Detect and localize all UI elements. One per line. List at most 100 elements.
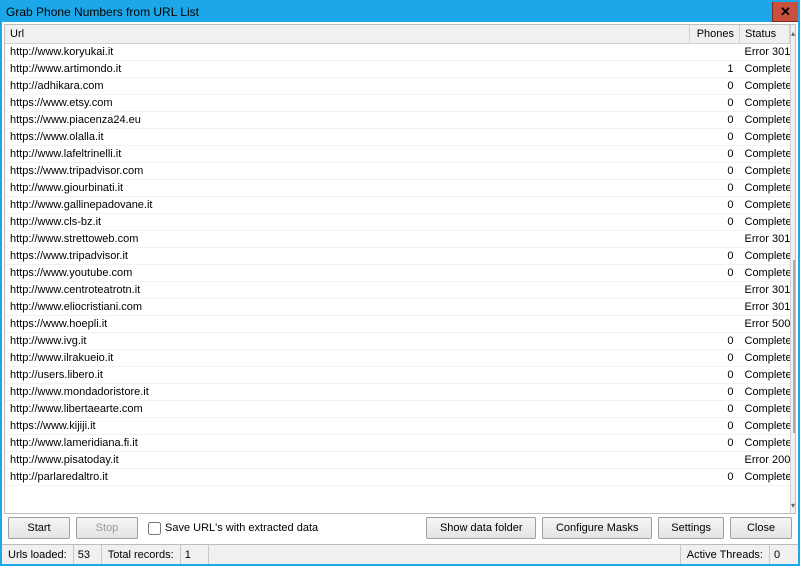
table-row[interactable]: http://www.artimondo.it1Complete <box>5 61 790 78</box>
cell-url: https://www.tripadvisor.it <box>5 248 690 265</box>
cell-status: Complete <box>740 95 790 112</box>
cell-status: Complete <box>740 197 790 214</box>
column-header-status[interactable]: Status <box>740 25 790 44</box>
column-header-url[interactable]: Url <box>5 25 690 44</box>
cell-url: http://users.libero.it <box>5 367 690 384</box>
table-row[interactable]: http://parlaredaltro.it0Complete <box>5 469 790 486</box>
column-header-phones[interactable]: Phones <box>690 25 740 44</box>
cell-phones: 0 <box>690 197 740 214</box>
cell-status: Complete <box>740 214 790 231</box>
cell-url: http://www.ilrakueio.it <box>5 350 690 367</box>
table-row[interactable]: http://www.ilrakueio.it0Complete <box>5 350 790 367</box>
status-urls-loaded-label: Urls loaded: <box>2 545 74 564</box>
cell-phones: 1 <box>690 61 740 78</box>
scroll-thumb[interactable] <box>793 260 795 433</box>
table-row[interactable]: https://www.piacenza24.eu0Complete <box>5 112 790 129</box>
cell-status: Complete <box>740 129 790 146</box>
status-total-records-value: 1 <box>181 545 209 564</box>
cell-url: http://www.koryukai.it <box>5 44 690 61</box>
cell-status: Complete <box>740 401 790 418</box>
table-row[interactable]: https://www.kijiji.it0Complete <box>5 418 790 435</box>
table-row[interactable]: https://www.tripadvisor.it0Complete <box>5 248 790 265</box>
cell-status: Complete <box>740 78 790 95</box>
cell-status: Error 301 <box>740 299 790 316</box>
close-button[interactable]: Close <box>730 517 792 539</box>
cell-url: https://www.kijiji.it <box>5 418 690 435</box>
cell-status: Complete <box>740 112 790 129</box>
cell-url: http://adhikara.com <box>5 78 690 95</box>
status-urls-loaded-value: 53 <box>74 545 102 564</box>
cell-phones: 0 <box>690 333 740 350</box>
table-row[interactable]: http://www.gallinepadovane.it0Complete <box>5 197 790 214</box>
save-urls-checkbox-input[interactable] <box>148 522 161 535</box>
cell-phones: 0 <box>690 265 740 282</box>
table-row[interactable]: http://www.lameridiana.fi.it0Complete <box>5 435 790 452</box>
close-icon[interactable]: ✕ <box>772 2 798 22</box>
cell-phones: 0 <box>690 418 740 435</box>
table-row[interactable]: http://www.centroteatrotn.itError 301 <box>5 282 790 299</box>
scroll-down-icon[interactable]: ▾ <box>791 497 795 513</box>
scroll-track[interactable] <box>791 41 795 497</box>
cell-url: http://www.lafeltrinelli.it <box>5 146 690 163</box>
cell-url: https://www.youtube.com <box>5 265 690 282</box>
save-urls-checkbox-label: Save URL's with extracted data <box>165 522 318 534</box>
table-row[interactable]: http://www.lafeltrinelli.it0Complete <box>5 146 790 163</box>
cell-url: http://www.centroteatrotn.it <box>5 282 690 299</box>
cell-url: http://www.giourbinati.it <box>5 180 690 197</box>
cell-phones: 0 <box>690 248 740 265</box>
table-row[interactable]: http://users.libero.it0Complete <box>5 367 790 384</box>
cell-phones <box>690 316 740 333</box>
cell-status: Error 301 <box>740 44 790 61</box>
show-data-folder-button[interactable]: Show data folder <box>426 517 536 539</box>
cell-phones: 0 <box>690 146 740 163</box>
title-bar: Grab Phone Numbers from URL List ✕ <box>2 2 798 22</box>
table-row[interactable]: https://www.olalla.it0Complete <box>5 129 790 146</box>
table-row[interactable]: http://www.libertaearte.com0Complete <box>5 401 790 418</box>
cell-phones <box>690 231 740 248</box>
table-row[interactable]: http://www.mondadoristore.it0Complete <box>5 384 790 401</box>
cell-url: https://www.piacenza24.eu <box>5 112 690 129</box>
cell-status: Error 301 <box>740 231 790 248</box>
cell-phones: 0 <box>690 401 740 418</box>
cell-url: http://www.cls-bz.it <box>5 214 690 231</box>
table-row[interactable]: http://www.cls-bz.it0Complete <box>5 214 790 231</box>
cell-phones: 0 <box>690 112 740 129</box>
cell-url: http://parlaredaltro.it <box>5 469 690 486</box>
cell-url: https://www.tripadvisor.com <box>5 163 690 180</box>
table-row[interactable]: https://www.youtube.com0Complete <box>5 265 790 282</box>
cell-url: http://www.pisatoday.it <box>5 452 690 469</box>
table-row[interactable]: http://www.pisatoday.it Error 200 <box>5 452 790 469</box>
status-bar: Urls loaded: 53 Total records: 1 Active … <box>2 544 798 564</box>
cell-status: Complete <box>740 333 790 350</box>
cell-url: http://www.gallinepadovane.it <box>5 197 690 214</box>
url-grid[interactable]: Url Phones Status http://www.koryukai.it… <box>5 25 790 513</box>
table-row[interactable]: http://www.strettoweb.comError 301 <box>5 231 790 248</box>
table-row[interactable]: http://adhikara.com0Complete <box>5 78 790 95</box>
cell-url: https://www.etsy.com <box>5 95 690 112</box>
scroll-up-icon[interactable]: ▴ <box>791 25 795 41</box>
cell-status: Error 200 <box>740 452 790 469</box>
cell-phones: 0 <box>690 469 740 486</box>
table-row[interactable]: https://www.etsy.com0Complete <box>5 95 790 112</box>
cell-status: Complete <box>740 367 790 384</box>
status-active-threads-value: 0 <box>770 545 798 564</box>
table-row[interactable]: https://www.tripadvisor.com0Complete <box>5 163 790 180</box>
table-row[interactable]: http://www.ivg.it0Complete <box>5 333 790 350</box>
cell-phones: 0 <box>690 163 740 180</box>
cell-url: http://www.eliocristiani.com <box>5 299 690 316</box>
table-row[interactable]: http://www.eliocristiani.com Error 301 <box>5 299 790 316</box>
vertical-scrollbar[interactable]: ▴ ▾ <box>790 25 795 513</box>
configure-masks-button[interactable]: Configure Masks <box>542 517 652 539</box>
table-row[interactable]: https://www.hoepli.itError 500 <box>5 316 790 333</box>
settings-button[interactable]: Settings <box>658 517 724 539</box>
table-row[interactable]: http://www.koryukai.it Error 301 <box>5 44 790 61</box>
cell-url: http://www.ivg.it <box>5 333 690 350</box>
table-row[interactable]: http://www.giourbinati.it0Complete <box>5 180 790 197</box>
cell-phones: 0 <box>690 384 740 401</box>
start-button[interactable]: Start <box>8 517 70 539</box>
cell-status: Complete <box>740 469 790 486</box>
save-urls-checkbox[interactable]: Save URL's with extracted data <box>148 522 318 535</box>
cell-status: Complete <box>740 61 790 78</box>
status-total-records-label: Total records: <box>102 545 181 564</box>
cell-phones: 0 <box>690 129 740 146</box>
